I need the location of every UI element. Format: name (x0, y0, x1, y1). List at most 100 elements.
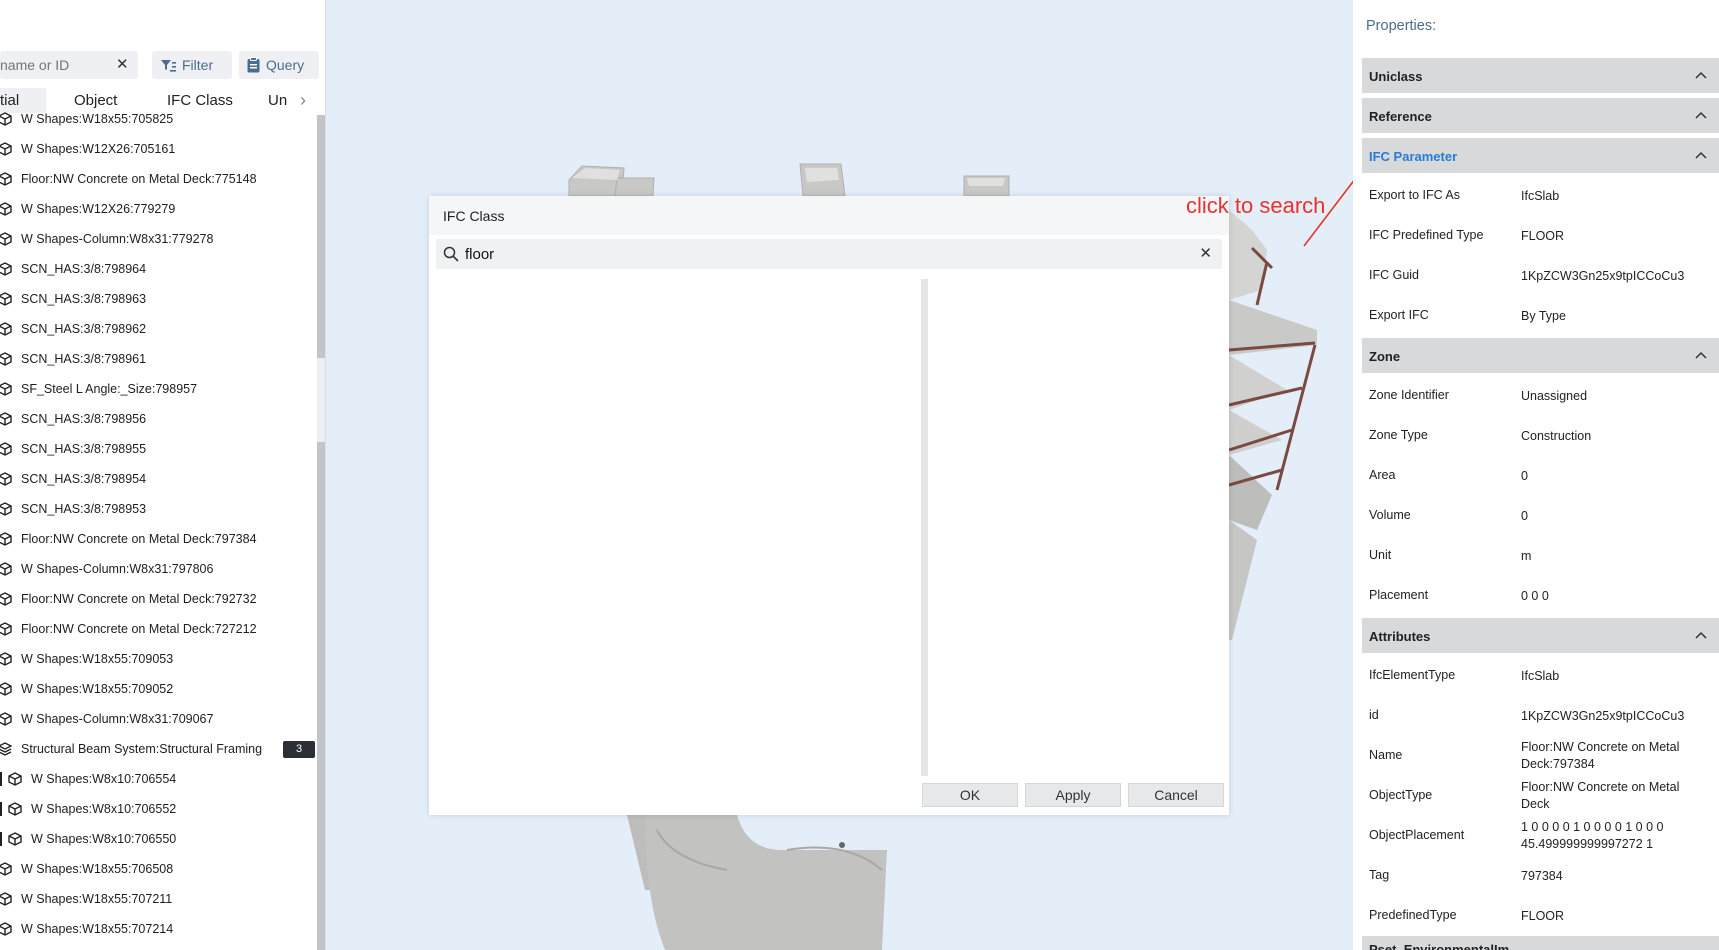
cancel-button[interactable]: Cancel (1128, 783, 1224, 807)
property-row: Volume 0 (1369, 496, 1719, 536)
section-label: Reference (1369, 109, 1432, 124)
tree-row[interactable]: Floor:NW Concrete on Metal Deck:775148 (0, 164, 316, 194)
tree-row[interactable]: W Shapes:W8x10:706550 (0, 824, 316, 854)
section-reference[interactable]: Reference (1362, 96, 1719, 133)
property-row: Export IFC By Type (1369, 296, 1719, 336)
property-key: Placement (1369, 588, 1429, 602)
tree-row[interactable]: W Shapes:W18x55:709053 (0, 644, 316, 674)
tree-row-label: Floor:NW Concrete on Metal Deck:775148 (21, 172, 257, 186)
tree-row[interactable]: SF_Steel L Angle:_Size:798957 (0, 374, 316, 404)
tree-row[interactable]: W Shapes-Column:W8x31:779278 (0, 224, 316, 254)
tree-row-label: W Shapes:W8x10:706554 (31, 772, 177, 786)
chevron-up-icon (1695, 71, 1707, 79)
dialog-search-input[interactable] (465, 239, 1165, 269)
pane-splitter[interactable] (921, 279, 928, 776)
tree-indent-bar (0, 832, 2, 846)
cube-icon (8, 802, 22, 816)
property-key: Export IFC (1369, 308, 1429, 322)
tree-row[interactable]: W Shapes:W18x55:706508 (0, 854, 316, 884)
property-row: Zone Identifier Unassigned (1369, 376, 1719, 416)
clear-icon[interactable]: ✕ (1199, 244, 1212, 262)
tree-row[interactable]: W Shapes:W12X26:779279 (0, 194, 316, 224)
property-row: Area 0 (1369, 456, 1719, 496)
tree-row[interactable]: W Shapes-Column:W8x31:709067 (0, 704, 316, 734)
section-ifc-parameter[interactable]: IFC Parameter (1362, 136, 1719, 173)
tree-row[interactable]: SCN_HAS:3/8:798954 (0, 464, 316, 494)
property-key: PredefinedType (1369, 908, 1457, 922)
cube-icon (0, 412, 12, 426)
properties-title: Properties: (1366, 18, 1437, 34)
tree-row[interactable]: W Shapes-Column:W8x31:797806 (0, 554, 316, 584)
clipboard-icon (247, 57, 260, 73)
tree-search-input[interactable] (0, 51, 110, 79)
section-label: Attributes (1369, 629, 1431, 644)
ifc-class-dialog: IFC Class ✕ OK Apply Cancel (429, 196, 1229, 815)
cube-icon (8, 772, 22, 786)
tree-row-label: W Shapes:W18x55:707211 (21, 892, 173, 906)
clear-icon[interactable]: ✕ (116, 55, 129, 73)
cube-icon (0, 142, 12, 156)
cube-icon (0, 382, 12, 396)
property-value: 1KpZCW3Gn25x9tpICCoCu3 (1521, 269, 1685, 283)
model-tree-panel: ✕ Filter Query tial Object IFC Class Un … (0, 0, 326, 950)
tree-row-label: W Shapes-Column:W8x31:709067 (21, 712, 214, 726)
tree-row[interactable]: W Shapes:W8x10:706554 (0, 764, 316, 794)
filter-label: Filter (182, 57, 214, 73)
cube-icon (0, 442, 12, 456)
property-row: Unit m (1369, 536, 1719, 576)
class-list-pane[interactable] (436, 279, 919, 776)
property-key: Area (1369, 468, 1396, 482)
tree-search-box[interactable]: ✕ (0, 51, 138, 79)
tree-row[interactable]: SCN_HAS:3/8:798955 (0, 434, 316, 464)
property-key: Zone Type (1369, 428, 1428, 442)
tree-row[interactable]: Structural Beam System:Structural Framin… (0, 734, 316, 764)
tree-row-label: Floor:NW Concrete on Metal Deck:727212 (21, 622, 257, 636)
property-value: Floor:NW Concrete on Metal Deck:797384 (1521, 740, 1680, 771)
tree-row[interactable]: SCN_HAS:3/8:798961 (0, 344, 316, 374)
tree-row-label: SF_Steel L Angle:_Size:798957 (21, 382, 198, 396)
cube-icon (8, 832, 22, 846)
cube-icon (0, 112, 12, 126)
tree-row[interactable]: W Shapes:W12X26:705161 (0, 134, 316, 164)
class-detail-pane[interactable] (930, 279, 1222, 776)
search-icon (443, 246, 459, 262)
property-value: By Type (1521, 309, 1566, 323)
tree-row[interactable]: SCN_HAS:3/8:798964 (0, 254, 316, 284)
cube-icon (0, 262, 12, 276)
tree-row-label: W Shapes-Column:W8x31:797806 (21, 562, 214, 576)
tree-row[interactable]: W Shapes:W18x55:705825 (0, 104, 316, 134)
property-key: ObjectPlacement (1369, 828, 1465, 842)
tree-row[interactable]: W Shapes:W8x10:706552 (0, 794, 316, 824)
property-row: ObjectPlacement 1 0 0 0 0 1 0 0 0 0 1 0 0… (1369, 816, 1719, 856)
section-uniclass[interactable]: Uniclass (1362, 56, 1719, 93)
ok-button[interactable]: OK (922, 783, 1018, 807)
property-value: FLOOR (1521, 229, 1565, 243)
section-attributes[interactable]: Attributes (1362, 616, 1719, 653)
tree-row[interactable]: Floor:NW Concrete on Metal Deck:727212 (0, 614, 316, 644)
tree-scrollbar[interactable] (317, 115, 325, 950)
tree-row[interactable]: SCN_HAS:3/8:798963 (0, 284, 316, 314)
tree-row[interactable]: Floor:NW Concrete on Metal Deck:792732 (0, 584, 316, 614)
cube-icon (0, 472, 12, 486)
dialog-search-box[interactable]: ✕ (436, 239, 1222, 269)
cube-icon (0, 352, 12, 366)
tree-row[interactable]: W Shapes:W18x55:709052 (0, 674, 316, 704)
tree-row[interactable]: SCN_HAS:3/8:798956 (0, 404, 316, 434)
chevron-up-icon (1695, 111, 1707, 119)
property-row: ObjectType Floor:NW Concrete on Metal Dec… (1369, 776, 1719, 816)
apply-button[interactable]: Apply (1025, 783, 1121, 807)
tree-row[interactable]: W Shapes:W18x55:707214 (0, 914, 316, 944)
property-value: 1 0 0 0 0 1 0 0 0 0 1 0 0 0 45.499999999… (1521, 820, 1664, 851)
filter-button[interactable]: Filter (152, 51, 232, 79)
tree-row-label: SCN_HAS:3/8:798956 (21, 412, 147, 426)
query-button[interactable]: Query (239, 51, 319, 79)
tree-row[interactable]: W Shapes:W18x55:707211 (0, 884, 316, 914)
tree-row[interactable]: SCN_HAS:3/8:798953 (0, 494, 316, 524)
scrollbar-thumb-lower[interactable] (317, 442, 325, 950)
cube-icon (0, 292, 12, 306)
scrollbar-thumb[interactable] (317, 115, 325, 358)
tree-row[interactable]: Floor:NW Concrete on Metal Deck:797384 (0, 524, 316, 554)
tree-row[interactable]: SCN_HAS:3/8:798962 (0, 314, 316, 344)
section-zone[interactable]: Zone (1362, 336, 1719, 373)
section-pset-environmental[interactable]: Pset_EnvironmentalIm (1362, 934, 1719, 950)
